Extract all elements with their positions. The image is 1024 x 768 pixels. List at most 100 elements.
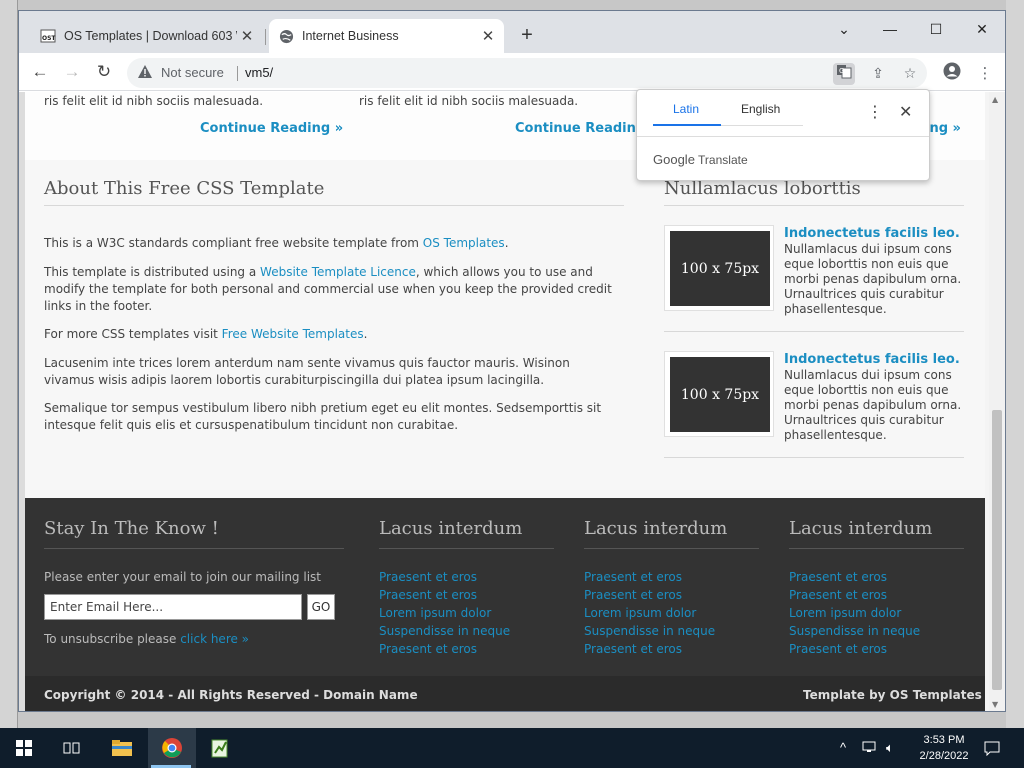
tab-title: OS Templates | Download 603 W [64, 29, 237, 43]
url-text[interactable]: vm5/ [245, 65, 273, 80]
about-title: About This Free CSS Template [44, 178, 325, 199]
source-language-tab[interactable]: Latin [673, 102, 699, 116]
desktop-background-right [1006, 0, 1024, 728]
sidebar-thumbnail[interactable]: 100 x 75px [664, 351, 774, 437]
about-paragraph: This is a W3C standards compliant free w… [44, 236, 509, 250]
volume-icon[interactable]: 🔈︎ [886, 740, 894, 756]
translate-popup: Latin English ⋮ ✕ Google Translate [636, 89, 930, 181]
new-tab-button[interactable]: + [516, 24, 538, 47]
licence-link[interactable]: Website Template Licence [260, 265, 416, 279]
svg-text:G: G [839, 67, 844, 75]
sidebar-thumbnail[interactable]: 100 x 75px [664, 225, 774, 311]
footer-link[interactable]: Suspendisse in neque [584, 624, 715, 638]
divider [664, 331, 964, 332]
footer-divider [789, 548, 964, 549]
footer-link[interactable]: Praesent et eros [379, 642, 477, 656]
notepad-plus-icon[interactable] [196, 728, 244, 768]
close-window-button[interactable]: ✕ [959, 15, 1005, 43]
os-templates-link[interactable]: OS Templates [423, 236, 505, 250]
sidebar-item-title[interactable]: Indonectetus facilis leo. [784, 352, 960, 367]
about-paragraph: Semalique tor sempus vestibulum libero n… [44, 401, 602, 432]
system-clock[interactable]: 3:53 PM 2/28/2022 [916, 732, 972, 764]
network-icon[interactable] [862, 740, 878, 757]
footer-link[interactable]: Praesent et eros [789, 588, 887, 602]
free-templates-link[interactable]: Free Website Templates [222, 327, 364, 341]
reload-icon[interactable]: ↻ [93, 61, 115, 83]
kebab-menu-icon[interactable]: ⋮ [974, 62, 996, 84]
clock-time: 3:53 PM [923, 734, 965, 746]
globe-icon [278, 28, 294, 44]
scroll-down-arrow-icon[interactable]: ▼ [992, 700, 998, 709]
target-language-tab[interactable]: English [741, 102, 780, 116]
notifications-icon[interactable] [984, 740, 1000, 759]
page-scrollbar[interactable]: ▲ ▼ [989, 92, 1005, 711]
footer-link[interactable]: Praesent et eros [584, 588, 682, 602]
footer-link[interactable]: Lorem ipsum dolor [789, 606, 901, 620]
thumbnail-placeholder: 100 x 75px [670, 231, 770, 306]
continue-reading-link[interactable]: Continue Reading [515, 121, 645, 136]
footer-link[interactable]: Lorem ipsum dolor [379, 606, 491, 620]
divider [44, 205, 624, 206]
kebab-menu-icon[interactable]: ⋮ [867, 102, 883, 121]
chevron-up-icon[interactable]: ^ [840, 740, 846, 755]
chrome-icon[interactable] [148, 728, 196, 768]
footer-link[interactable]: Praesent et eros [379, 570, 477, 584]
template-credit-text[interactable]: Template by OS Templates [803, 688, 982, 702]
footer-link[interactable]: Suspendisse in neque [789, 624, 920, 638]
tab-internet-business[interactable]: Internet Business ✕ [269, 19, 504, 53]
unsubscribe-link[interactable]: click here » [180, 632, 249, 646]
footer-link[interactable]: Lorem ipsum dolor [584, 606, 696, 620]
footer-column-title: Lacus interdum [789, 518, 933, 539]
newsletter-title: Stay In The Know ! [44, 518, 219, 539]
continue-reading-link[interactable]: Continue Reading » [200, 121, 343, 136]
footer-link[interactable]: Praesent et eros [789, 642, 887, 656]
go-button[interactable]: GO [307, 594, 335, 620]
footer-link[interactable]: Praesent et eros [789, 570, 887, 584]
bookmark-star-icon[interactable]: ☆ [899, 63, 921, 85]
profile-avatar-icon[interactable] [941, 62, 963, 84]
footer-column-title: Lacus interdum [584, 518, 728, 539]
security-status-text[interactable]: Not secure [161, 65, 224, 80]
close-icon[interactable]: ✕ [899, 102, 912, 121]
tab-search-icon[interactable]: ⌄ [821, 15, 867, 43]
about-paragraph: This template is distributed using a Web… [44, 265, 612, 313]
start-button[interactable] [0, 728, 48, 768]
translate-icon[interactable]: G [833, 63, 855, 85]
email-input[interactable]: Enter Email Here... [44, 594, 302, 620]
footer-link[interactable]: Praesent et eros [584, 642, 682, 656]
continue-reading-link[interactable]: ing » [925, 121, 961, 136]
windows-logo-icon [16, 740, 32, 756]
popup-divider [637, 136, 929, 137]
footer-link[interactable]: Praesent et eros [584, 570, 682, 584]
site-footer: Stay In The Know ! Please enter your ema… [25, 498, 985, 676]
back-arrow-icon[interactable]: ← [29, 61, 51, 83]
address-divider [237, 66, 238, 81]
warning-triangle-icon[interactable] [137, 64, 153, 80]
scroll-up-arrow-icon[interactable]: ▲ [992, 95, 998, 104]
svg-text:OST: OST [42, 35, 56, 42]
browser-toolbar: ← → ↻ Not secure vm5/ G ⇪ ☆ ⋮ [19, 53, 1005, 91]
task-view-icon[interactable] [48, 728, 96, 768]
forward-arrow-icon[interactable]: → [61, 61, 83, 83]
active-tab-underline [653, 124, 721, 126]
tab-title: Internet Business [302, 29, 399, 43]
page-wrapper: ris felit elit id nibh sociis malesuada.… [25, 92, 985, 711]
footer-link[interactable]: Praesent et eros [379, 588, 477, 602]
maximize-button[interactable]: ☐ [913, 15, 959, 43]
teaser-text: ris felit elit id nibh sociis malesuada. [359, 94, 579, 108]
about-paragraph: Lacusenim inte trices lorem anterdum nam… [44, 356, 570, 387]
sidebar-item-title[interactable]: Indonectetus facilis leo. [784, 226, 960, 241]
windows-taskbar: ^ 🔈︎ 3:53 PM 2/28/2022 [0, 728, 1024, 768]
file-explorer-icon[interactable] [98, 728, 146, 768]
tab-close-icon[interactable]: ✕ [237, 27, 257, 45]
tab-os-templates[interactable]: OST OS Templates | Download 603 W ✕ [31, 19, 263, 53]
tab-close-icon[interactable]: ✕ [478, 27, 498, 45]
scrollbar-thumb[interactable] [992, 410, 1002, 690]
address-bar[interactable]: Not secure vm5/ G ⇪ ☆ [127, 58, 927, 88]
share-icon[interactable]: ⇪ [867, 63, 889, 85]
minimize-button[interactable]: — [867, 15, 913, 43]
sidebar-item-text: Nullamlacus dui ipsum cons eque lobortti… [784, 242, 962, 316]
footer-link[interactable]: Suspendisse in neque [379, 624, 510, 638]
copyright-bar: Copyright © 2014 - All Rights Reserved -… [25, 676, 985, 711]
google-translate-brand: Google Translate [653, 152, 748, 167]
